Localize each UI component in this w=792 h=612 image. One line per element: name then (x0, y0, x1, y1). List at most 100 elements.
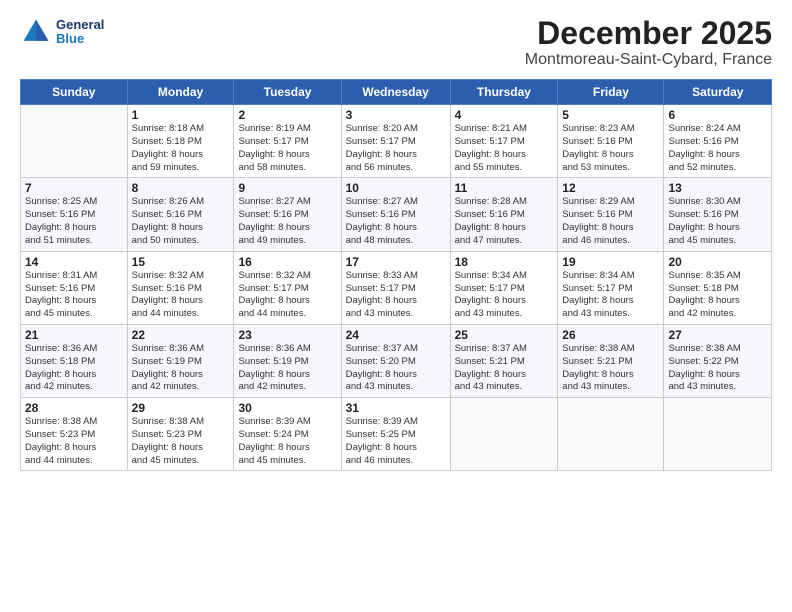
calendar-cell: 4Sunrise: 8:21 AM Sunset: 5:17 PM Daylig… (450, 105, 558, 178)
logo-text: General Blue (56, 18, 104, 47)
calendar-week-row: 21Sunrise: 8:36 AM Sunset: 5:18 PM Dayli… (21, 324, 772, 397)
calendar-week-row: 28Sunrise: 8:38 AM Sunset: 5:23 PM Dayli… (21, 398, 772, 471)
day-number: 11 (455, 181, 554, 195)
calendar-cell: 15Sunrise: 8:32 AM Sunset: 5:16 PM Dayli… (127, 251, 234, 324)
day-info: Sunrise: 8:32 AM Sunset: 5:16 PM Dayligh… (132, 270, 230, 321)
day-info: Sunrise: 8:34 AM Sunset: 5:17 PM Dayligh… (562, 270, 659, 321)
weekday-header: Friday (558, 80, 664, 105)
day-number: 8 (132, 181, 230, 195)
calendar-cell: 13Sunrise: 8:30 AM Sunset: 5:16 PM Dayli… (664, 178, 772, 251)
calendar-header-row: SundayMondayTuesdayWednesdayThursdayFrid… (21, 80, 772, 105)
day-info: Sunrise: 8:39 AM Sunset: 5:25 PM Dayligh… (346, 416, 446, 467)
calendar-cell: 7Sunrise: 8:25 AM Sunset: 5:16 PM Daylig… (21, 178, 128, 251)
day-number: 17 (346, 255, 446, 269)
page-title: December 2025 (525, 16, 772, 51)
day-number: 9 (238, 181, 336, 195)
day-info: Sunrise: 8:26 AM Sunset: 5:16 PM Dayligh… (132, 196, 230, 247)
day-info: Sunrise: 8:38 AM Sunset: 5:23 PM Dayligh… (132, 416, 230, 467)
day-number: 24 (346, 328, 446, 342)
day-number: 13 (668, 181, 767, 195)
day-number: 28 (25, 401, 123, 415)
calendar-cell: 11Sunrise: 8:28 AM Sunset: 5:16 PM Dayli… (450, 178, 558, 251)
calendar-cell: 10Sunrise: 8:27 AM Sunset: 5:16 PM Dayli… (341, 178, 450, 251)
day-info: Sunrise: 8:21 AM Sunset: 5:17 PM Dayligh… (455, 123, 554, 174)
day-number: 16 (238, 255, 336, 269)
day-info: Sunrise: 8:33 AM Sunset: 5:17 PM Dayligh… (346, 270, 446, 321)
day-info: Sunrise: 8:27 AM Sunset: 5:16 PM Dayligh… (238, 196, 336, 247)
calendar-cell: 21Sunrise: 8:36 AM Sunset: 5:18 PM Dayli… (21, 324, 128, 397)
calendar-cell: 20Sunrise: 8:35 AM Sunset: 5:18 PM Dayli… (664, 251, 772, 324)
calendar-cell: 1Sunrise: 8:18 AM Sunset: 5:18 PM Daylig… (127, 105, 234, 178)
day-info: Sunrise: 8:20 AM Sunset: 5:17 PM Dayligh… (346, 123, 446, 174)
calendar-cell: 9Sunrise: 8:27 AM Sunset: 5:16 PM Daylig… (234, 178, 341, 251)
day-number: 7 (25, 181, 123, 195)
logo-line2: Blue (56, 32, 104, 46)
day-info: Sunrise: 8:35 AM Sunset: 5:18 PM Dayligh… (668, 270, 767, 321)
day-number: 23 (238, 328, 336, 342)
day-info: Sunrise: 8:34 AM Sunset: 5:17 PM Dayligh… (455, 270, 554, 321)
calendar-cell (21, 105, 128, 178)
day-number: 26 (562, 328, 659, 342)
day-info: Sunrise: 8:37 AM Sunset: 5:21 PM Dayligh… (455, 343, 554, 394)
logo-icon (20, 16, 52, 48)
day-number: 14 (25, 255, 123, 269)
calendar-cell: 18Sunrise: 8:34 AM Sunset: 5:17 PM Dayli… (450, 251, 558, 324)
day-info: Sunrise: 8:36 AM Sunset: 5:18 PM Dayligh… (25, 343, 123, 394)
page: General Blue December 2025 Montmoreau-Sa… (0, 0, 792, 612)
title-block: December 2025 Montmoreau-Saint-Cybard, F… (525, 16, 772, 69)
calendar-cell: 26Sunrise: 8:38 AM Sunset: 5:21 PM Dayli… (558, 324, 664, 397)
day-info: Sunrise: 8:23 AM Sunset: 5:16 PM Dayligh… (562, 123, 659, 174)
logo-line1: General (56, 18, 104, 32)
calendar-cell: 17Sunrise: 8:33 AM Sunset: 5:17 PM Dayli… (341, 251, 450, 324)
day-number: 20 (668, 255, 767, 269)
calendar-cell: 30Sunrise: 8:39 AM Sunset: 5:24 PM Dayli… (234, 398, 341, 471)
day-info: Sunrise: 8:19 AM Sunset: 5:17 PM Dayligh… (238, 123, 336, 174)
calendar-cell: 5Sunrise: 8:23 AM Sunset: 5:16 PM Daylig… (558, 105, 664, 178)
day-number: 21 (25, 328, 123, 342)
day-number: 2 (238, 108, 336, 122)
header: General Blue December 2025 Montmoreau-Sa… (20, 16, 772, 69)
calendar-cell: 2Sunrise: 8:19 AM Sunset: 5:17 PM Daylig… (234, 105, 341, 178)
calendar-cell: 14Sunrise: 8:31 AM Sunset: 5:16 PM Dayli… (21, 251, 128, 324)
calendar-cell: 24Sunrise: 8:37 AM Sunset: 5:20 PM Dayli… (341, 324, 450, 397)
day-number: 19 (562, 255, 659, 269)
calendar-cell: 22Sunrise: 8:36 AM Sunset: 5:19 PM Dayli… (127, 324, 234, 397)
calendar-cell: 8Sunrise: 8:26 AM Sunset: 5:16 PM Daylig… (127, 178, 234, 251)
day-info: Sunrise: 8:18 AM Sunset: 5:18 PM Dayligh… (132, 123, 230, 174)
page-subtitle: Montmoreau-Saint-Cybard, France (525, 51, 772, 69)
calendar-cell (450, 398, 558, 471)
day-info: Sunrise: 8:27 AM Sunset: 5:16 PM Dayligh… (346, 196, 446, 247)
day-number: 29 (132, 401, 230, 415)
logo: General Blue (20, 16, 104, 48)
calendar-cell: 6Sunrise: 8:24 AM Sunset: 5:16 PM Daylig… (664, 105, 772, 178)
calendar-table: SundayMondayTuesdayWednesdayThursdayFrid… (20, 79, 772, 471)
calendar-cell: 25Sunrise: 8:37 AM Sunset: 5:21 PM Dayli… (450, 324, 558, 397)
day-info: Sunrise: 8:31 AM Sunset: 5:16 PM Dayligh… (25, 270, 123, 321)
day-info: Sunrise: 8:28 AM Sunset: 5:16 PM Dayligh… (455, 196, 554, 247)
weekday-header: Wednesday (341, 80, 450, 105)
day-info: Sunrise: 8:29 AM Sunset: 5:16 PM Dayligh… (562, 196, 659, 247)
calendar-cell: 23Sunrise: 8:36 AM Sunset: 5:19 PM Dayli… (234, 324, 341, 397)
calendar-week-row: 14Sunrise: 8:31 AM Sunset: 5:16 PM Dayli… (21, 251, 772, 324)
day-info: Sunrise: 8:39 AM Sunset: 5:24 PM Dayligh… (238, 416, 336, 467)
calendar-cell: 3Sunrise: 8:20 AM Sunset: 5:17 PM Daylig… (341, 105, 450, 178)
day-number: 25 (455, 328, 554, 342)
calendar-cell: 31Sunrise: 8:39 AM Sunset: 5:25 PM Dayli… (341, 398, 450, 471)
calendar-cell: 29Sunrise: 8:38 AM Sunset: 5:23 PM Dayli… (127, 398, 234, 471)
calendar-cell: 19Sunrise: 8:34 AM Sunset: 5:17 PM Dayli… (558, 251, 664, 324)
calendar-cell: 27Sunrise: 8:38 AM Sunset: 5:22 PM Dayli… (664, 324, 772, 397)
day-number: 12 (562, 181, 659, 195)
calendar-week-row: 1Sunrise: 8:18 AM Sunset: 5:18 PM Daylig… (21, 105, 772, 178)
day-number: 5 (562, 108, 659, 122)
day-number: 3 (346, 108, 446, 122)
calendar-cell: 28Sunrise: 8:38 AM Sunset: 5:23 PM Dayli… (21, 398, 128, 471)
day-number: 18 (455, 255, 554, 269)
day-number: 6 (668, 108, 767, 122)
day-info: Sunrise: 8:37 AM Sunset: 5:20 PM Dayligh… (346, 343, 446, 394)
day-info: Sunrise: 8:38 AM Sunset: 5:23 PM Dayligh… (25, 416, 123, 467)
day-info: Sunrise: 8:30 AM Sunset: 5:16 PM Dayligh… (668, 196, 767, 247)
weekday-header: Monday (127, 80, 234, 105)
weekday-header: Thursday (450, 80, 558, 105)
day-number: 27 (668, 328, 767, 342)
calendar-week-row: 7Sunrise: 8:25 AM Sunset: 5:16 PM Daylig… (21, 178, 772, 251)
